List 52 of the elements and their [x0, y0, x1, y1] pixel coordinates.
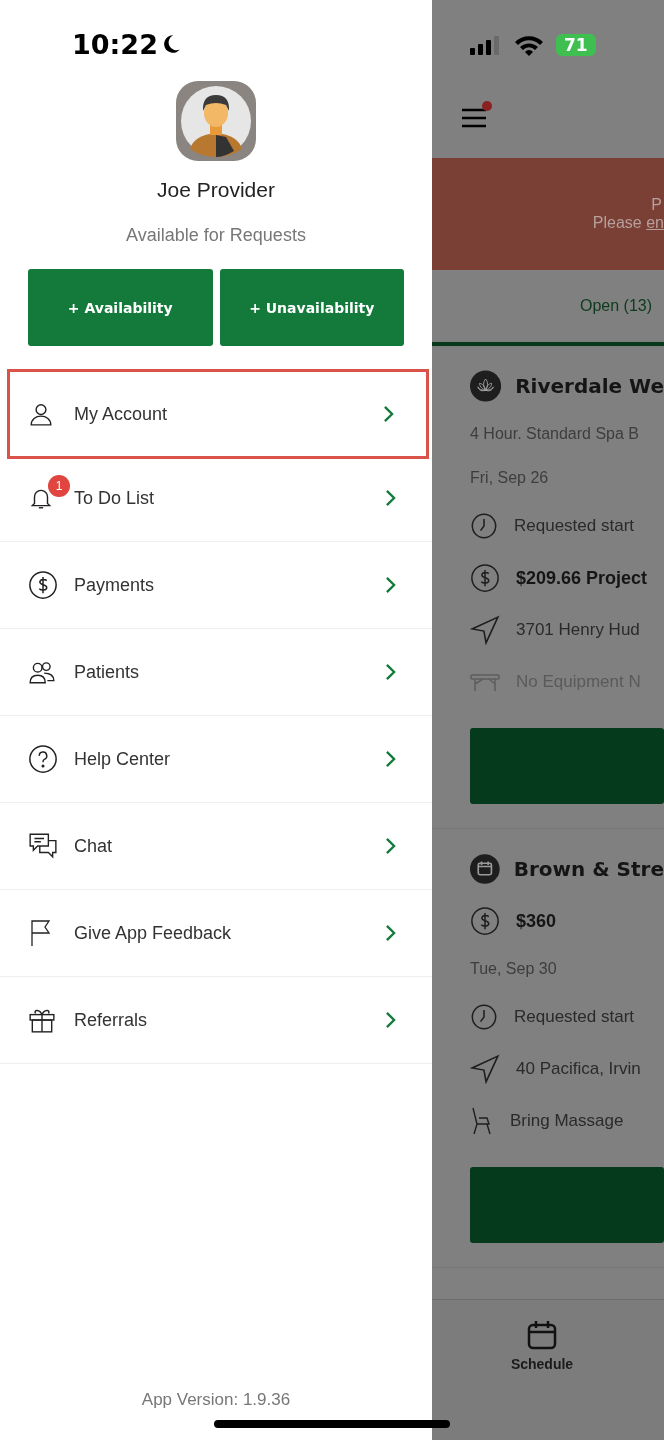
chevron-icon [385, 750, 396, 768]
card-detail: Tue, Sep 30 [470, 960, 557, 978]
card-detail: Bring Massage [510, 1111, 624, 1131]
signal-icon [470, 35, 502, 55]
people-icon [28, 659, 56, 685]
availability-button[interactable]: + Availability [28, 269, 213, 346]
chevron-icon [385, 837, 396, 855]
dollar-icon [28, 570, 58, 600]
chevron-icon [383, 405, 394, 423]
card-detail: $360 [516, 910, 557, 932]
lotus-icon [470, 368, 502, 404]
chevron-icon [385, 489, 396, 507]
notification-badge: 1 [48, 475, 70, 497]
chevron-icon [385, 576, 396, 594]
profile-name: Joe Provider [157, 178, 275, 202]
help-icon [28, 744, 58, 774]
table-icon [470, 672, 500, 692]
menu-item[interactable]: 1 To Do List [0, 455, 432, 542]
dollar-icon [470, 563, 500, 593]
chevron-icon [385, 1011, 396, 1029]
app-version: App Version: 1.9.36 [140, 1390, 292, 1410]
card-title: Brown & Stre [513, 857, 664, 881]
flag-icon [28, 918, 52, 948]
calendar-icon [470, 851, 500, 887]
clock-icon [470, 512, 498, 540]
navigation-arrow-icon [470, 615, 500, 645]
card-detail: 40 Pacifica, Irvin [516, 1059, 641, 1079]
card-detail: Requested start [514, 1007, 634, 1027]
card-detail: $209.66 Project [516, 567, 648, 589]
banner-text: Please en [592, 214, 664, 232]
avatar-icon [174, 79, 258, 163]
chat-icon [28, 832, 58, 860]
card-detail: Requested start [514, 516, 634, 536]
card-title: Riverdale We [515, 374, 664, 398]
calendar-icon[interactable] [527, 1320, 557, 1350]
card-detail: Fri, Sep 26 [470, 469, 549, 487]
dollar-icon [470, 906, 500, 936]
battery-indicator: 71 [556, 34, 596, 56]
status-time: 10:22 [72, 28, 158, 60]
wifi-icon [514, 34, 544, 56]
clock-icon [470, 1003, 498, 1031]
chevron-icon [385, 663, 396, 681]
chevron-icon [385, 924, 396, 942]
navigation-arrow-icon [470, 1054, 500, 1084]
card-detail: 4 Hour. Standard Spa B [470, 425, 639, 443]
availability-status: Available for Requests [126, 225, 306, 246]
chair-icon [470, 1106, 494, 1136]
card-detail: 3701 Henry Hud [516, 620, 640, 640]
banner-text: P [651, 196, 663, 214]
schedule-tab[interactable]: Schedule [510, 1356, 574, 1372]
availability-button[interactable]: + Unavailability [219, 269, 404, 346]
person-icon [28, 401, 54, 427]
